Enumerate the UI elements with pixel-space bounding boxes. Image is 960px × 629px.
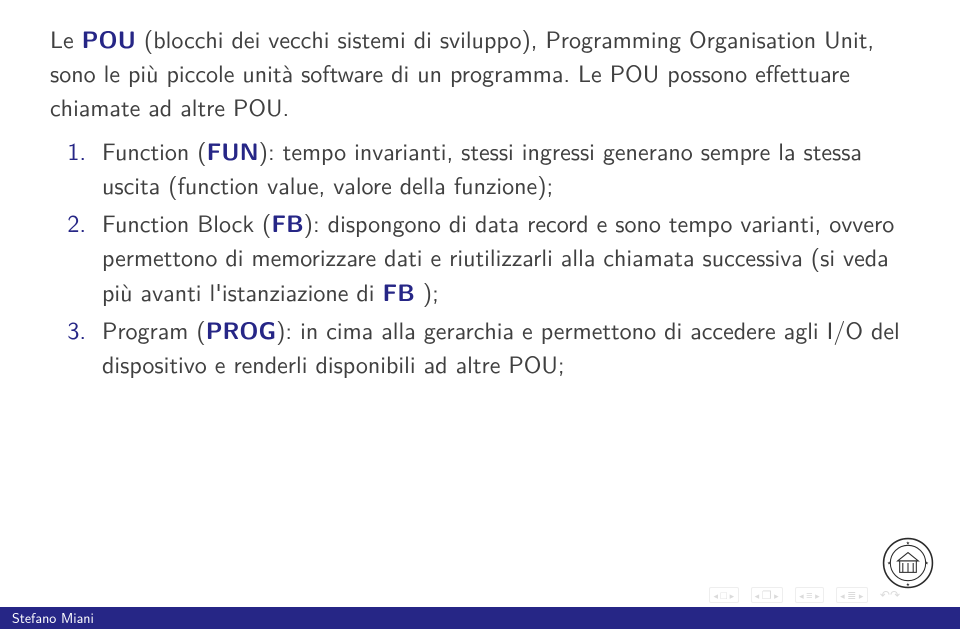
- university-seal-icon: ★ ★ ★ ★: [882, 537, 934, 589]
- nav-slide-icon: □: [718, 590, 729, 601]
- nav-doc-icon: ≣: [845, 590, 859, 601]
- li2-tail: );: [415, 274, 439, 309]
- nav-next-frame-icon: ▸: [774, 591, 779, 600]
- li3-lead: Program (: [102, 312, 206, 347]
- footer-author: Stefano Miani: [12, 608, 94, 628]
- li3-bold: PROG: [206, 313, 276, 347]
- li1-lead: Function (: [102, 133, 207, 168]
- nav-section-cluster[interactable]: ◂ ≡ ▸: [795, 587, 824, 603]
- slide: Le POU (blocchi dei vecchi sistemi di sv…: [0, 0, 960, 629]
- svg-text:★: ★: [887, 561, 892, 567]
- list-item-3: Program (PROG): in cima alla gerarchia e…: [94, 313, 910, 381]
- nav-frame-icon: ❐: [760, 590, 774, 601]
- intro-paragraph: Le POU (blocchi dei vecchi sistemi di sv…: [50, 22, 910, 124]
- nav-frame-cluster[interactable]: ◂ ❐ ▸: [751, 587, 783, 603]
- nav-backforward[interactable]: ↶ ↷: [880, 587, 900, 601]
- li1-bold: FUN: [207, 134, 259, 168]
- nav-doc-cluster[interactable]: ◂ ≣ ▸: [836, 587, 868, 603]
- intro-lead: Le: [50, 21, 82, 56]
- nav-symbols: ◂ □ ▸ ◂ ❐ ▸ ◂ ≡ ▸ ◂ ≣ ▸ ↶ ↷: [709, 587, 900, 603]
- nav-next-slide-icon: ▸: [730, 591, 735, 600]
- nav-next-section-icon: ▸: [815, 591, 820, 600]
- list-item-2: Function Block (FB): dispongono di data …: [94, 206, 910, 308]
- li2-bold: FB: [271, 206, 303, 240]
- intro-bold-pou: POU: [82, 22, 136, 56]
- li2-bold2: FB: [383, 275, 415, 309]
- li2-lead: Function Block (: [102, 205, 271, 240]
- intro-rest: (blocchi dei vecchi sistemi di sviluppo)…: [50, 21, 874, 124]
- footer-bar: Stefano Miani: [0, 607, 960, 629]
- list-item-1: Function (FUN): tempo invarianti, stessi…: [94, 134, 910, 202]
- nav-slide-cluster[interactable]: ◂ □ ▸: [709, 587, 738, 603]
- enumerated-list: Function (FUN): tempo invarianti, stessi…: [50, 134, 910, 381]
- nav-next-doc-icon: ▸: [859, 591, 864, 600]
- nav-section-icon: ≡: [804, 590, 815, 601]
- svg-text:★: ★: [925, 561, 930, 567]
